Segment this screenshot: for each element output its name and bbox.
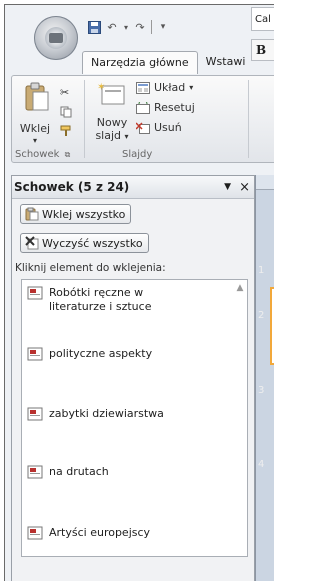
layout-button[interactable]: Układ ▾: [136, 81, 193, 94]
new-slide-label[interactable]: Nowy slajd ▾: [94, 116, 130, 143]
slide-number: 4: [258, 459, 265, 470]
delete-button[interactable]: Usuń: [136, 121, 182, 134]
clipboard-item-icon: [27, 347, 43, 361]
slide-thumbnail-selected[interactable]: [270, 287, 274, 365]
new-slide-label-line1: Nowy: [96, 116, 128, 129]
clipboard-item-text: zabytki dziewiarstwa: [49, 407, 164, 420]
clear-all-button[interactable]: Wyczyść wszystko: [20, 233, 149, 253]
layout-icon: [136, 81, 150, 94]
clipboard-item[interactable]: polityczne aspekty: [27, 347, 152, 361]
clear-all-label: Wyczyść wszystko: [42, 236, 143, 250]
undo-dropdown-icon[interactable]: ▾: [123, 20, 129, 34]
paste-all-icon: [25, 207, 39, 221]
ribbon: Wklej ▾ ✂ Schowek ⧉ ✶ Nowy slajd ▾ Układ…: [11, 75, 274, 163]
clipboard-item[interactable]: na drutach: [27, 465, 109, 479]
clipboard-item-icon: [27, 526, 43, 540]
pane-options-icon[interactable]: ▼: [224, 182, 231, 192]
slide-number: 3: [258, 385, 265, 396]
slide-number: 2: [258, 310, 265, 321]
new-slide-label-line2: slajd ▾: [95, 129, 129, 142]
office-logo-icon: [45, 27, 67, 49]
app-window: ↶ ▾ ↷ ▾ Narzędzia główne Wstawi Wklej ▾ …: [4, 4, 274, 581]
clipboard-item-icon: [27, 286, 43, 300]
clipboard-item-icon: [27, 407, 43, 421]
clipboard-item-text: na drutach: [49, 465, 109, 478]
copy-icon[interactable]: [60, 106, 72, 118]
clear-all-icon: [25, 236, 39, 250]
clipboard-item-icon: [27, 465, 43, 479]
slides-group-label: Slajdy: [122, 149, 153, 160]
clipboard-group-label: Schowek ⧉: [15, 149, 71, 160]
group-separator: [248, 80, 249, 158]
save-icon[interactable]: [87, 20, 101, 34]
reset-button[interactable]: Resetuj: [136, 101, 195, 114]
qat-separator: [151, 20, 152, 34]
delete-label: Usuń: [154, 121, 182, 134]
format-painter-icon[interactable]: [60, 125, 72, 137]
slides-tab[interactable]: [256, 175, 274, 190]
delete-slide-icon: [136, 121, 150, 134]
reset-icon: [136, 101, 150, 114]
tab-home[interactable]: Narzędzia główne: [82, 51, 198, 74]
layout-label: Układ: [154, 81, 186, 94]
cut-icon[interactable]: ✂: [60, 86, 69, 99]
clipboard-items-list: ▲ Robótki ręczne w literaturze i sztuce p…: [21, 279, 248, 557]
clipboard-item-text: polityczne aspekty: [49, 347, 153, 360]
office-button[interactable]: [34, 16, 78, 60]
customize-qat-icon[interactable]: ▾: [156, 20, 170, 34]
bold-button[interactable]: B: [251, 39, 274, 61]
paste-all-button[interactable]: Wklej wszystko: [20, 204, 132, 224]
tab-insert[interactable]: Wstawi: [198, 51, 254, 73]
ribbon-tabs: Narzędzia główne Wstawi: [82, 51, 253, 74]
clipboard-item-text: Artyści europejscy: [49, 526, 151, 539]
pane-hint: Kliknij element do wklejenia:: [15, 262, 166, 274]
font-name-box[interactable]: Cal: [251, 7, 274, 31]
dialog-launcher-icon[interactable]: ⧉: [65, 150, 71, 159]
scroll-up-icon[interactable]: ▲: [233, 280, 247, 296]
clipboard-item[interactable]: Artyści europejscy: [27, 526, 150, 540]
redo-icon[interactable]: ↷: [133, 20, 147, 34]
close-icon[interactable]: ×: [239, 180, 250, 195]
quick-access-toolbar: ↶ ▾ ↷ ▾: [87, 20, 170, 34]
undo-icon[interactable]: ↶: [105, 20, 119, 34]
slides-panel: 1 2 3 4: [255, 175, 274, 581]
svg-text:✶: ✶: [97, 82, 105, 93]
clipboard-pane: Schowek (5 z 24) ▼ × Wklej wszystko Wycz…: [11, 175, 255, 581]
new-slide-icon[interactable]: ✶: [96, 80, 126, 108]
pane-title: Schowek (5 z 24): [14, 180, 130, 194]
clipboard-item-text-line2: literaturze i sztuce: [49, 300, 152, 313]
clipboard-item[interactable]: zabytki dziewiarstwa: [27, 407, 164, 421]
clipboard-item-text: Robótki ręczne w: [49, 286, 144, 299]
pane-header: Schowek (5 z 24) ▼ ×: [12, 176, 254, 199]
clipboard-item[interactable]: Robótki ręczne w literaturze i sztuce: [27, 286, 151, 314]
reset-label: Resetuj: [154, 101, 195, 114]
group-separator: [84, 80, 85, 158]
paste-all-label: Wklej wszystko: [42, 207, 126, 221]
layout-dropdown-icon: ▾: [189, 83, 194, 92]
paste-dropdown-icon[interactable]: ▾: [16, 134, 54, 147]
slide-number: 1: [258, 265, 265, 276]
paste-icon[interactable]: [24, 82, 50, 112]
